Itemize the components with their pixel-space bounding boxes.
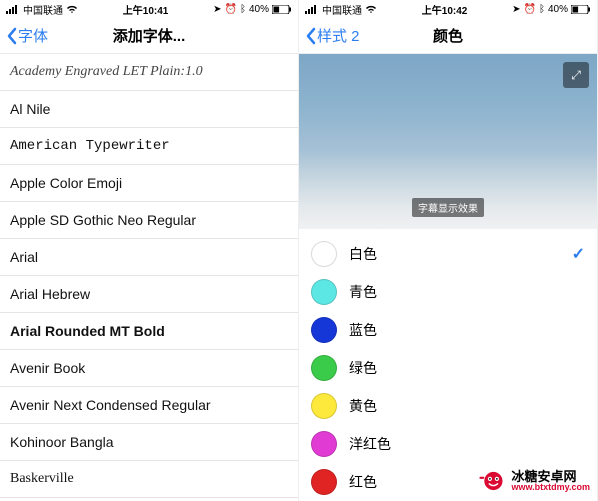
watermark-url: www.btxtdmy.com bbox=[511, 483, 590, 492]
back-button[interactable]: 字体 bbox=[6, 25, 48, 46]
color-label: 青色 bbox=[349, 282, 585, 302]
chevron-left-icon bbox=[305, 27, 317, 45]
color-swatch bbox=[311, 469, 337, 495]
alarm-icon: ⏰ bbox=[225, 4, 237, 15]
font-item[interactable]: Baskerville bbox=[0, 461, 298, 498]
color-item-yellow[interactable]: 黄色 bbox=[299, 387, 597, 425]
battery-icon bbox=[272, 5, 292, 14]
status-bar: 中国联通 上午10:42 ➤ ⏰ ᛒ 40% bbox=[299, 0, 597, 18]
color-swatch bbox=[311, 393, 337, 419]
color-item-green[interactable]: 绿色 bbox=[299, 349, 597, 387]
carrier-label: 中国联通 bbox=[23, 2, 63, 17]
font-item[interactable]: Al Nile bbox=[0, 91, 298, 128]
color-label: 白色 bbox=[349, 244, 560, 264]
signal-icon bbox=[305, 5, 319, 14]
bluetooth-icon: ᛒ bbox=[240, 4, 246, 15]
font-item[interactable]: Avenir Next Condensed Regular bbox=[0, 387, 298, 424]
phone-left: 中国联通 上午10:41 ➤ ⏰ ᛒ 40% 字体 添加字体... Academ… bbox=[0, 0, 299, 501]
color-label: 绿色 bbox=[349, 358, 585, 378]
video-preview: ⤢ 字幕显示效果 bbox=[299, 54, 597, 229]
color-item-white[interactable]: 白色 ✓ bbox=[299, 235, 597, 273]
font-item[interactable]: American Typewriter bbox=[0, 128, 298, 165]
expand-icon[interactable]: ⤢ bbox=[563, 62, 589, 88]
font-item[interactable]: Arial bbox=[0, 239, 298, 276]
back-label: 样式 2 bbox=[317, 25, 360, 46]
color-swatch bbox=[311, 279, 337, 305]
back-label: 字体 bbox=[18, 25, 48, 46]
status-time: 上午10:42 bbox=[422, 2, 468, 17]
font-item[interactable]: Kohinoor Bangla bbox=[0, 424, 298, 461]
chevron-left-icon bbox=[6, 27, 18, 45]
watermark: 冰糖安卓网 www.btxtdmy.com bbox=[478, 469, 590, 493]
font-list[interactable]: Academy Engraved LET Plain:1.0 Al Nile A… bbox=[0, 54, 298, 501]
status-bar: 中国联通 上午10:41 ➤ ⏰ ᛒ 40% bbox=[0, 0, 298, 18]
wifi-icon bbox=[66, 5, 78, 14]
font-item[interactable]: Apple Color Emoji bbox=[0, 165, 298, 202]
font-item[interactable]: Avenir Book bbox=[0, 350, 298, 387]
font-item[interactable]: Arial Rounded MT Bold bbox=[0, 313, 298, 350]
color-swatch bbox=[311, 355, 337, 381]
back-button[interactable]: 样式 2 bbox=[305, 25, 360, 46]
font-item[interactable]: Arial Hebrew bbox=[0, 276, 298, 313]
color-label: 黄色 bbox=[349, 396, 585, 416]
signal-icon bbox=[6, 5, 20, 14]
font-item[interactable]: Apple SD Gothic Neo Regular bbox=[0, 202, 298, 239]
phone-right: 中国联通 上午10:42 ➤ ⏰ ᛒ 40% 样式 2 颜色 ⤢ 字幕显示效果 bbox=[299, 0, 598, 501]
color-label: 蓝色 bbox=[349, 320, 585, 340]
nav-bar: 样式 2 颜色 bbox=[299, 18, 597, 54]
battery-percent: 40% bbox=[249, 4, 269, 15]
color-swatch bbox=[311, 317, 337, 343]
location-icon: ➤ bbox=[512, 4, 520, 15]
carrier-label: 中国联通 bbox=[322, 2, 362, 17]
subtitle-sample: 字幕显示效果 bbox=[412, 198, 484, 217]
watermark-logo-icon bbox=[478, 469, 506, 493]
battery-percent: 40% bbox=[548, 4, 568, 15]
nav-bar: 字体 添加字体... bbox=[0, 18, 298, 54]
color-item-blue[interactable]: 蓝色 bbox=[299, 311, 597, 349]
color-item-magenta[interactable]: 洋红色 bbox=[299, 425, 597, 463]
color-swatch bbox=[311, 431, 337, 457]
wifi-icon bbox=[365, 5, 377, 14]
color-item-cyan[interactable]: 青色 bbox=[299, 273, 597, 311]
color-label: 洋红色 bbox=[349, 434, 585, 454]
color-swatch bbox=[311, 241, 337, 267]
status-time: 上午10:41 bbox=[123, 2, 169, 17]
bluetooth-icon: ᛒ bbox=[539, 4, 545, 15]
alarm-icon: ⏰ bbox=[524, 4, 536, 15]
font-item[interactable]: Academy Engraved LET Plain:1.0 bbox=[0, 54, 298, 91]
location-icon: ➤ bbox=[213, 4, 221, 15]
check-icon: ✓ bbox=[572, 244, 585, 264]
battery-icon bbox=[571, 5, 591, 14]
color-list[interactable]: 白色 ✓ 青色 蓝色 绿色 黄色 洋红色 bbox=[299, 229, 597, 501]
